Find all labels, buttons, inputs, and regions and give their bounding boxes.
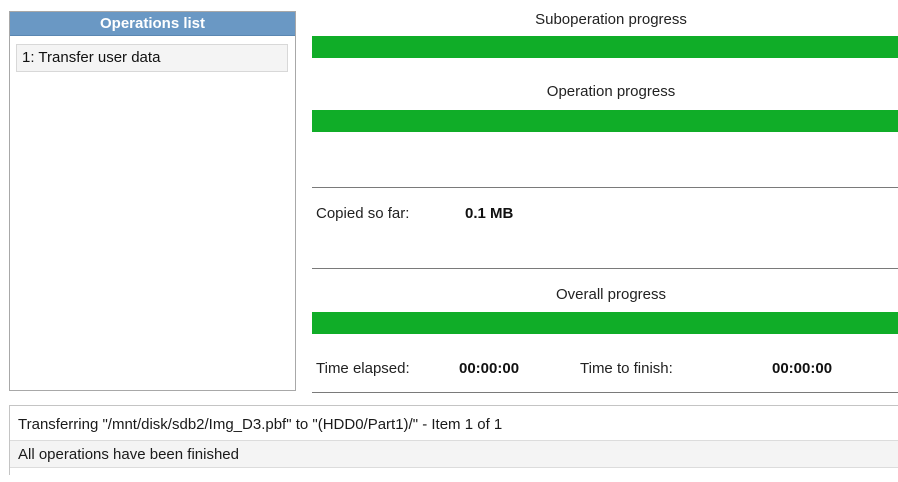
time-to-finish-label: Time to finish: — [580, 360, 673, 377]
log-line-status: All operations have been finished — [10, 440, 898, 468]
time-elapsed-label: Time elapsed: — [316, 360, 410, 377]
suboperation-progress-bar — [312, 36, 898, 58]
operation-progress-label: Operation progress — [546, 83, 676, 100]
operation-progress-fill — [312, 110, 898, 132]
divider-top — [312, 187, 898, 188]
operations-list-panel: Operations list 1: Transfer user data — [9, 11, 296, 391]
overall-progress-label: Overall progress — [555, 286, 667, 303]
log-line-transfer: Transferring "/mnt/disk/sdb2/Img_D3.pbf"… — [18, 416, 503, 433]
divider-bottom — [312, 392, 898, 393]
log-panel: Transferring "/mnt/disk/sdb2/Img_D3.pbf"… — [9, 405, 898, 475]
overall-progress-fill — [312, 312, 898, 334]
time-elapsed-value: 00:00:00 — [459, 360, 520, 377]
suboperation-progress-label: Suboperation progress — [535, 11, 687, 28]
operation-progress-bar — [312, 110, 898, 132]
suboperation-progress-fill — [312, 36, 898, 58]
overall-progress-bar — [312, 312, 898, 334]
divider-middle — [312, 268, 898, 269]
operations-list-header: Operations list — [10, 12, 295, 36]
copied-so-far-value: 0.1 MB — [465, 205, 514, 222]
copied-so-far-label: Copied so far: — [316, 205, 410, 222]
operation-item-1[interactable]: 1: Transfer user data — [16, 44, 288, 72]
time-to-finish-value: 00:00:00 — [772, 360, 833, 377]
